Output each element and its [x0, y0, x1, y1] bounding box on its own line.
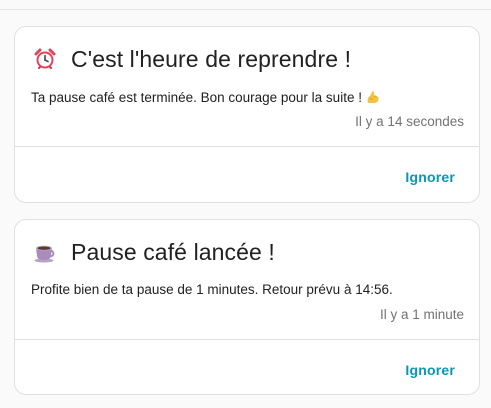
notification-title: Pause café lancée !	[71, 238, 275, 265]
ignore-button[interactable]: Ignorer	[394, 163, 466, 191]
notification-message: Ta pause café est terminée. Bon courage …	[31, 89, 381, 105]
notification-message: Profite bien de ta pause de 1 minutes. R…	[31, 282, 393, 297]
notification-actions: Ignorer	[15, 339, 479, 394]
notification-card: C'est l'heure de reprendre ! Ta pause ca…	[14, 26, 480, 203]
top-divider	[0, 0, 491, 10]
coffee-cup-icon	[33, 240, 57, 264]
notification-message-text: Ta pause café est terminée. Bon courage …	[31, 90, 362, 105]
ignore-button[interactable]: Ignorer	[394, 356, 466, 384]
notification-title: C'est l'heure de reprendre !	[71, 45, 352, 72]
notification-timestamp: Il y a 14 secondes	[355, 114, 464, 129]
notification-header: C'est l'heure de reprendre !	[33, 43, 351, 75]
notification-timestamp: Il y a 1 minute	[379, 307, 464, 322]
notification-header: Pause café lancée !	[33, 236, 275, 268]
alarm-clock-icon	[33, 47, 57, 71]
notification-card: Pause café lancée ! Profite bien de ta p…	[14, 219, 480, 395]
flexed-biceps-icon	[365, 89, 381, 105]
notification-actions: Ignorer	[15, 146, 479, 202]
